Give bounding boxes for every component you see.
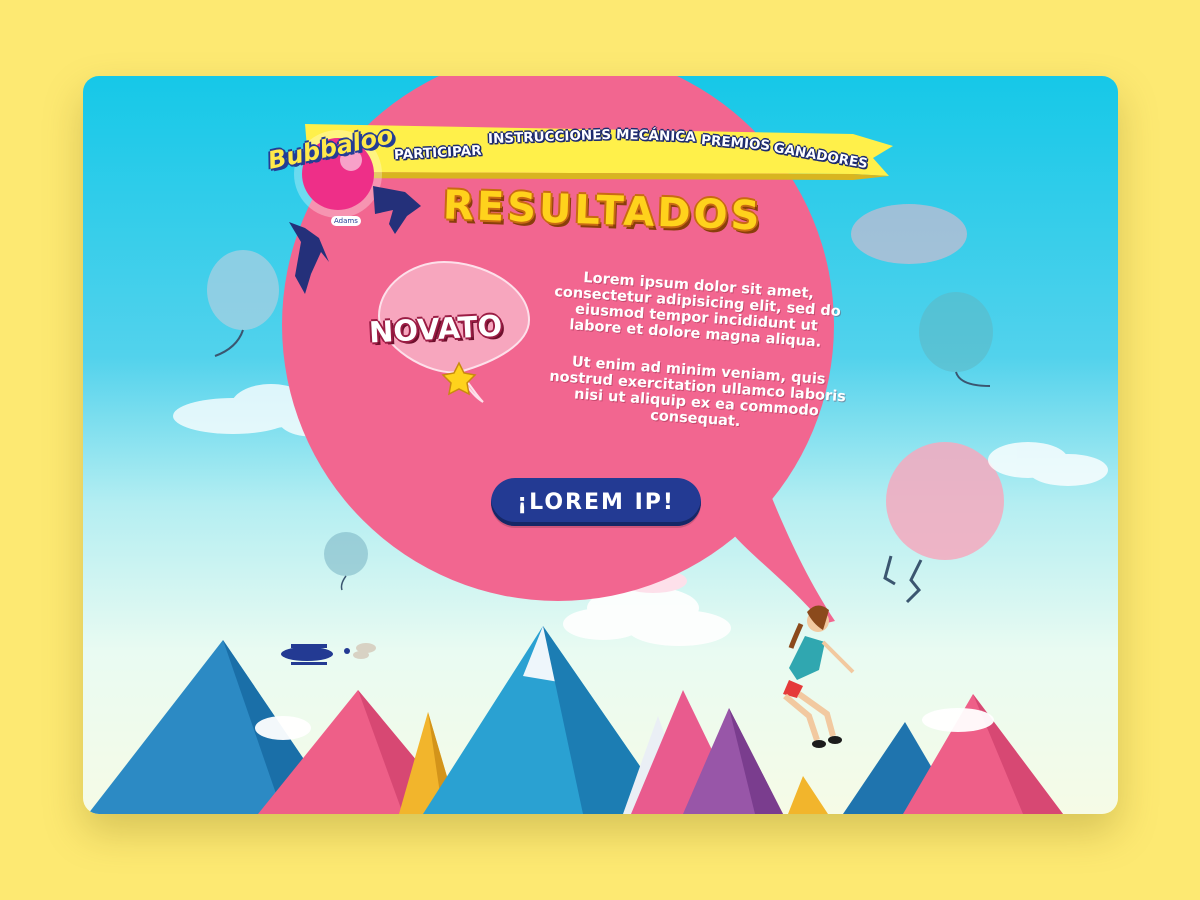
cloud — [988, 442, 1108, 486]
background-balloon — [883, 442, 1004, 604]
background-balloon — [919, 292, 993, 387]
background-balloon — [207, 250, 279, 357]
background-balloon — [851, 204, 967, 264]
airplane-icon — [281, 643, 376, 665]
girl-character — [783, 605, 855, 748]
background-scene — [88, 76, 1108, 814]
background-balloon — [324, 532, 368, 591]
sub-brand-logo: Adams — [331, 216, 361, 226]
mountain-range — [88, 626, 1063, 814]
nav-item-mecanica[interactable]: MECÁNICA — [616, 127, 696, 146]
site-frame: Bubbaloo Adams PARTICIPAR INSTRUCCIONES … — [83, 76, 1118, 814]
rank-badge-label: NOVATO — [368, 308, 504, 350]
cta-button[interactable]: ¡LOREM IP! — [491, 478, 701, 526]
